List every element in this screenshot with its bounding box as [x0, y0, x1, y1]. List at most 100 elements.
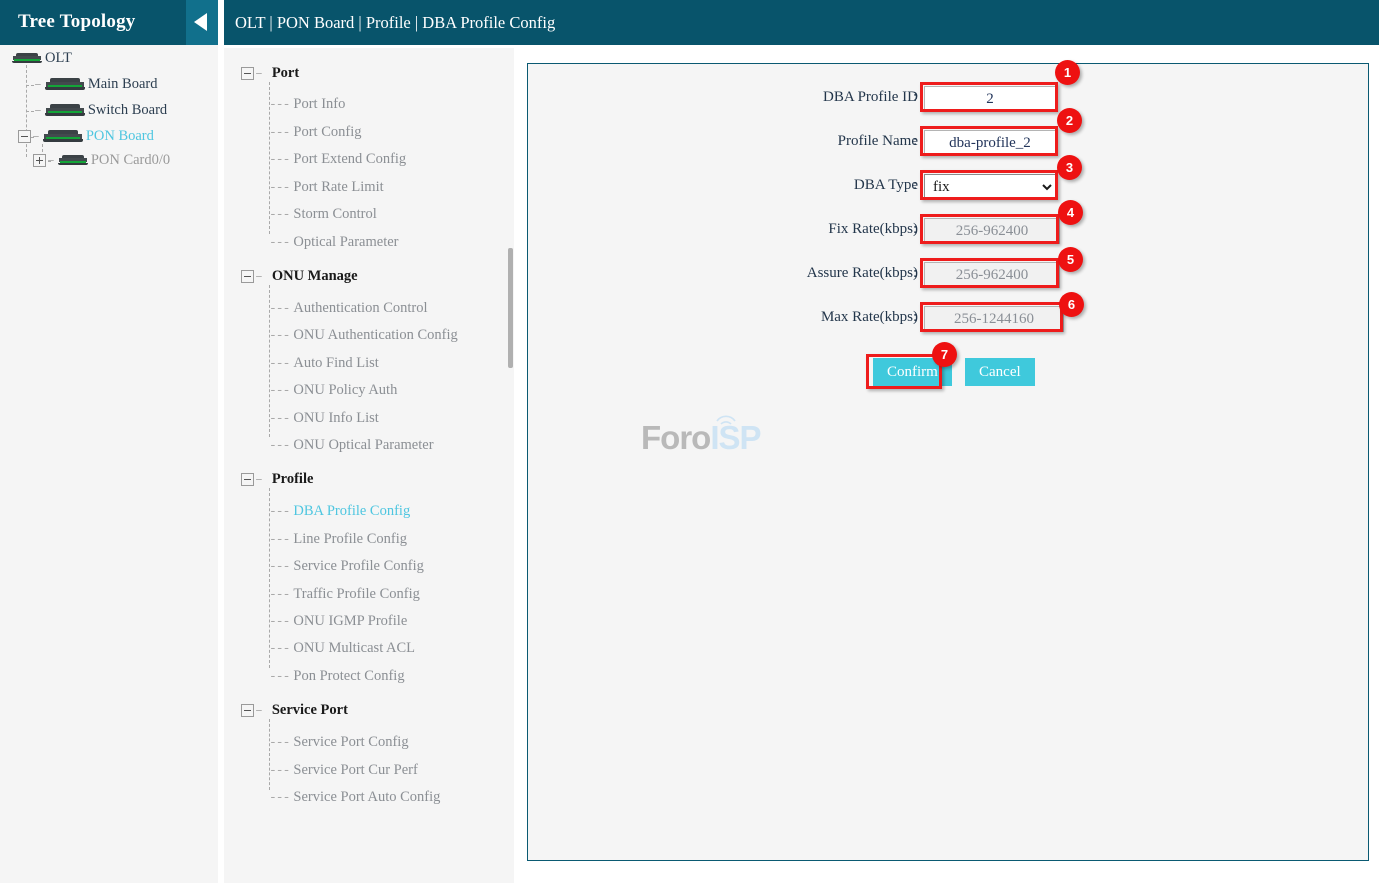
nav-item-onu-optical-parameter[interactable]: --- ONU Optical Parameter — [269, 437, 434, 454]
nav-item-label: ONU Info List — [293, 410, 379, 426]
tree-item-switch-board[interactable]: – Switch Board — [34, 102, 167, 119]
tree-dash: --- — [269, 301, 290, 316]
nav-item-storm-control[interactable]: --- Storm Control — [269, 206, 377, 223]
tree-dash: – — [255, 269, 263, 284]
tree-item-pon-board[interactable]: – PON Board — [18, 128, 154, 145]
tree-dash: --- — [269, 356, 290, 371]
nav-group-label: ONU Manage — [271, 267, 358, 284]
nav-item-port-rate-limit[interactable]: --- Port Rate Limit — [269, 179, 384, 196]
tree-dash: --- — [269, 504, 290, 519]
dba-profile-id-input[interactable] — [924, 86, 1056, 112]
tree-connector — [26, 85, 34, 86]
field-colon: : — [913, 265, 918, 281]
sidebar-header: Tree Topology — [0, 0, 218, 45]
nav-item-label: Service Port Config — [293, 734, 409, 750]
nav-item-line-profile-config[interactable]: --- Line Profile Config — [269, 531, 407, 548]
nav-item-auto-find-list[interactable]: --- Auto Find List — [269, 355, 379, 372]
nav-item-port-extend-config[interactable]: --- Port Extend Config — [269, 151, 406, 168]
expander-plus-icon[interactable] — [33, 154, 46, 168]
field-control — [924, 130, 1056, 156]
tree-dash: --- — [269, 438, 290, 453]
nav-item-label: Optical Parameter — [293, 234, 399, 250]
nav-group-onu-manage[interactable]: – ONU Manage — [241, 267, 358, 285]
fix-rate-input[interactable] — [924, 218, 1060, 244]
nav-scrollbar[interactable] — [508, 248, 513, 368]
annotation-badge-2: 2 — [1057, 108, 1082, 133]
tree-item-main-board[interactable]: – Main Board — [34, 76, 157, 93]
nav-item-label: Service Port Cur Perf — [293, 762, 418, 778]
nav-item-label: ONU Multicast ACL — [293, 640, 416, 656]
device-icon — [42, 130, 83, 143]
nav-item-service-port-cur-perf[interactable]: --- Service Port Cur Perf — [269, 762, 418, 779]
field-colon: : — [913, 89, 918, 105]
expander-minus-icon[interactable] — [241, 269, 254, 283]
expander-minus-icon[interactable] — [18, 130, 31, 144]
nav-group-profile[interactable]: – Profile — [241, 470, 313, 488]
tree-dash: --- — [269, 587, 290, 602]
nav-item-label: Port Info — [293, 96, 346, 112]
nav-item-pon-protect-config[interactable]: --- Pon Protect Config — [269, 668, 405, 685]
tree-item-olt[interactable]: OLT — [12, 50, 72, 67]
field-control — [924, 86, 1056, 112]
nav-item-label: Service Profile Config — [293, 558, 424, 574]
nav-group-service-port[interactable]: – Service Port — [241, 701, 348, 719]
form-row-profile-name: Profile Name : — [528, 130, 1370, 160]
nav-item-port-config[interactable]: --- Port Config — [269, 124, 361, 141]
nav-item-onu-igmp-profile[interactable]: --- ONU IGMP Profile — [269, 613, 407, 630]
field-colon: : — [913, 221, 918, 237]
nav-item-label: ONU Policy Auth — [293, 382, 398, 398]
nav-item-optical-parameter[interactable]: --- Optical Parameter — [269, 234, 398, 251]
cancel-button[interactable]: Cancel — [965, 358, 1035, 386]
tree-dash: --- — [269, 532, 290, 547]
form-row-dba-type: DBA Type : fix — [528, 174, 1370, 204]
tree-item-label: Main Board — [87, 76, 158, 93]
tree-dash: --- — [269, 125, 290, 140]
nav-item-label: Traffic Profile Config — [293, 586, 420, 602]
nav-item-onu-authentication-config[interactable]: --- ONU Authentication Config — [269, 327, 458, 344]
tree-connector — [26, 111, 34, 112]
nav-item-service-port-auto-config[interactable]: --- Service Port Auto Config — [269, 789, 440, 806]
form-row-fix-rate: Fix Rate(kbps) : — [528, 218, 1370, 248]
nav-item-onu-policy-auth[interactable]: --- ONU Policy Auth — [269, 382, 397, 399]
tree-dash: – — [255, 703, 263, 718]
nav-item-service-profile-config[interactable]: --- Service Profile Config — [269, 558, 424, 575]
tree-dash: --- — [269, 180, 290, 195]
tree-item-pon-card[interactable]: – PON Card0/0 — [33, 152, 170, 169]
device-icon — [44, 78, 85, 91]
nav-item-onu-info-list[interactable]: --- ONU Info List — [269, 410, 379, 427]
form-row-dba-profile-id: DBA Profile ID : — [528, 86, 1370, 116]
nav-item-dba-profile-config[interactable]: --- DBA Profile Config — [269, 503, 410, 520]
nav-group-port[interactable]: – Port — [241, 64, 299, 82]
nav-item-label: ONU IGMP Profile — [293, 613, 408, 629]
nav-item-port-info[interactable]: --- Port Info — [269, 96, 345, 113]
annotation-badge-3: 3 — [1057, 155, 1082, 180]
breadcrumb: OLT | PON Board | Profile | DBA Profile … — [235, 13, 556, 32]
nav-item-service-port-config[interactable]: --- Service Port Config — [269, 734, 409, 751]
expander-minus-icon[interactable] — [241, 66, 254, 80]
tree-connector — [269, 719, 270, 790]
tree-item-label: PON Board — [85, 128, 154, 145]
device-icon — [44, 104, 85, 117]
tree-dash: --- — [269, 235, 290, 250]
nav-item-traffic-profile-config[interactable]: --- Traffic Profile Config — [269, 586, 420, 603]
expander-minus-icon[interactable] — [241, 472, 254, 486]
tree-dash: --- — [269, 735, 290, 750]
foroisp-watermark: ForoISP — [641, 415, 762, 457]
nav-item-onu-multicast-acl[interactable]: --- ONU Multicast ACL — [269, 640, 415, 657]
annotation-badge-4: 4 — [1058, 200, 1083, 225]
dba-type-select[interactable]: fix — [924, 174, 1056, 200]
field-label: DBA Profile ID — [823, 89, 918, 105]
nav-item-label: Service Port Auto Config — [293, 789, 441, 805]
max-rate-input[interactable] — [924, 306, 1064, 332]
nav-item-label: Storm Control — [293, 206, 377, 222]
nav-item-label: Authentication Control — [293, 300, 428, 316]
expander-minus-icon[interactable] — [241, 703, 254, 717]
tree-dash: --- — [269, 411, 290, 426]
profile-name-input[interactable] — [924, 130, 1056, 156]
triangle-left-icon — [194, 13, 207, 31]
tree-item-label: OLT — [45, 50, 72, 67]
nav-item-authentication-control[interactable]: --- Authentication Control — [269, 300, 428, 317]
assure-rate-input[interactable] — [924, 262, 1060, 288]
sidebar-collapse-button[interactable] — [186, 0, 218, 45]
tree-dash: --- — [269, 207, 290, 222]
